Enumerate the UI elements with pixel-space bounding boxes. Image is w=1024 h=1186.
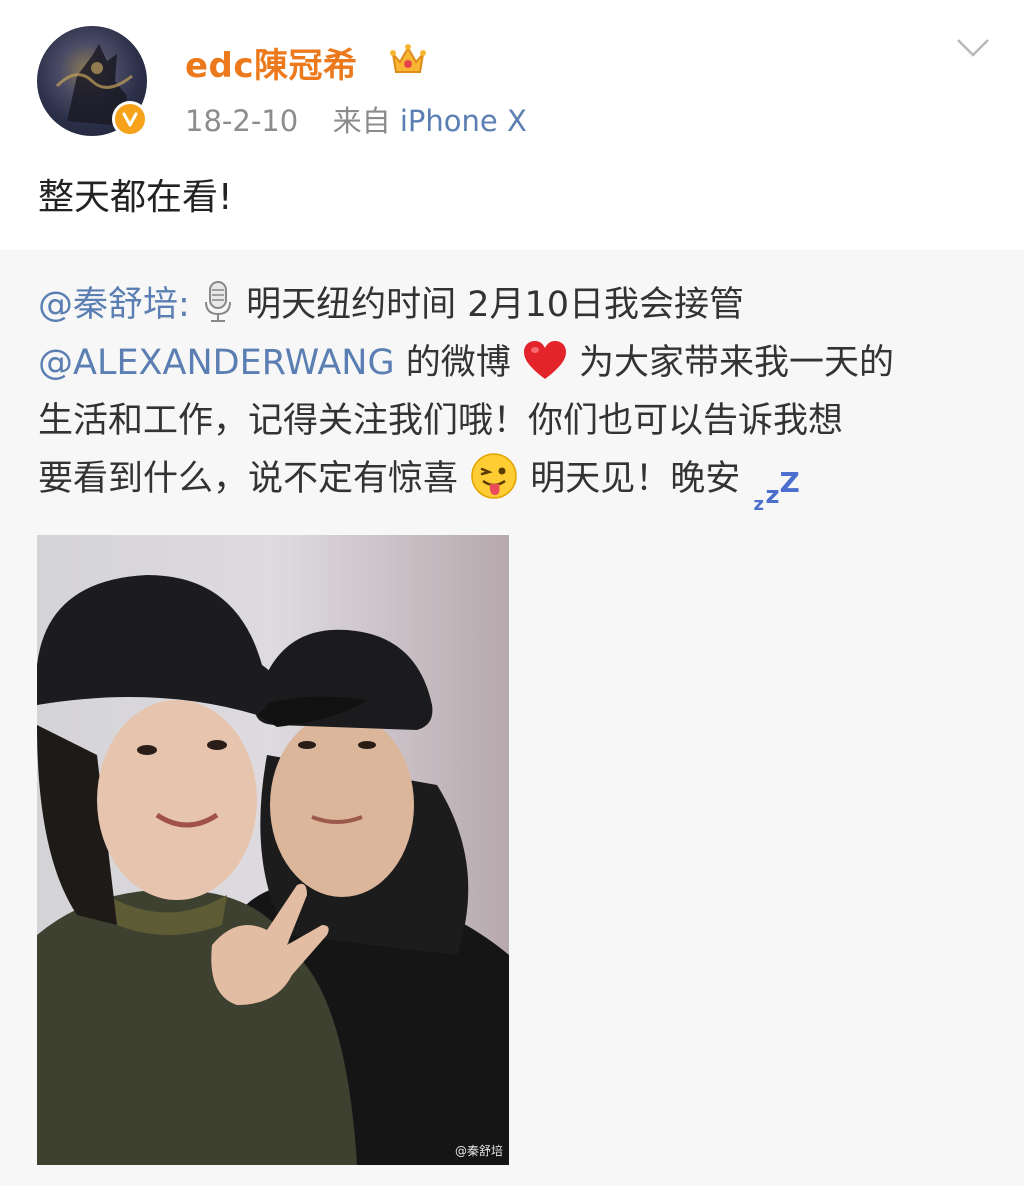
repost-card[interactable]: @秦舒培: 明天纽约时间 2月10日我会接管 @ALEXANDERWANG 的微… [0, 250, 1024, 1186]
repost-line3: 生活和工作，记得关注我们哦！你们也可以告诉我想 [38, 401, 844, 441]
zzz-letter: z [753, 494, 764, 515]
photo-illustration [37, 535, 509, 1165]
post-header: edc陳冠希 18-2-10 来自 iPhone X 整天都在看! [0, 0, 1024, 250]
post-source[interactable]: iPhone X [400, 104, 527, 138]
repost-line2-rest: 为大家带来我一天的 [579, 343, 895, 383]
heart-icon [523, 341, 566, 379]
post-meta: 18-2-10 来自 iPhone X [185, 98, 527, 140]
from-label: 来自 [332, 104, 391, 138]
mention-link[interactable]: @ALEXANDERWANG [38, 343, 395, 383]
microphone-icon [204, 281, 231, 322]
crown-icon [390, 44, 426, 73]
photo-watermark: @秦舒培 [454, 1144, 503, 1158]
tongue-face-icon [471, 453, 517, 499]
repost-photo[interactable]: @秦舒培 [37, 535, 509, 1165]
zzz-letter: Z [779, 466, 800, 499]
repost-line4b: 明天见！晚安 [530, 459, 741, 499]
repost-line4a: 要看到什么，说不定有惊喜 [38, 459, 459, 499]
repost-line1: 明天纽约时间 2月10日我会接管 [246, 285, 745, 325]
sleep-zzz-icon: z z Z [751, 460, 801, 515]
verified-badge-icon [112, 101, 148, 137]
repost-text: @秦舒培: 明天纽约时间 2月10日我会接管 @ALEXANDERWANG 的微… [38, 276, 998, 515]
repost-line2-mid: 的微博 [405, 343, 511, 383]
post-date: 18-2-10 [185, 104, 299, 138]
chevron-down-icon[interactable] [955, 36, 991, 60]
post-text: 整天都在看! [38, 177, 233, 218]
mention-link[interactable]: @秦舒培: [38, 285, 190, 325]
author-name[interactable]: edc陳冠希 [185, 38, 358, 87]
zzz-letter: z [765, 481, 780, 509]
